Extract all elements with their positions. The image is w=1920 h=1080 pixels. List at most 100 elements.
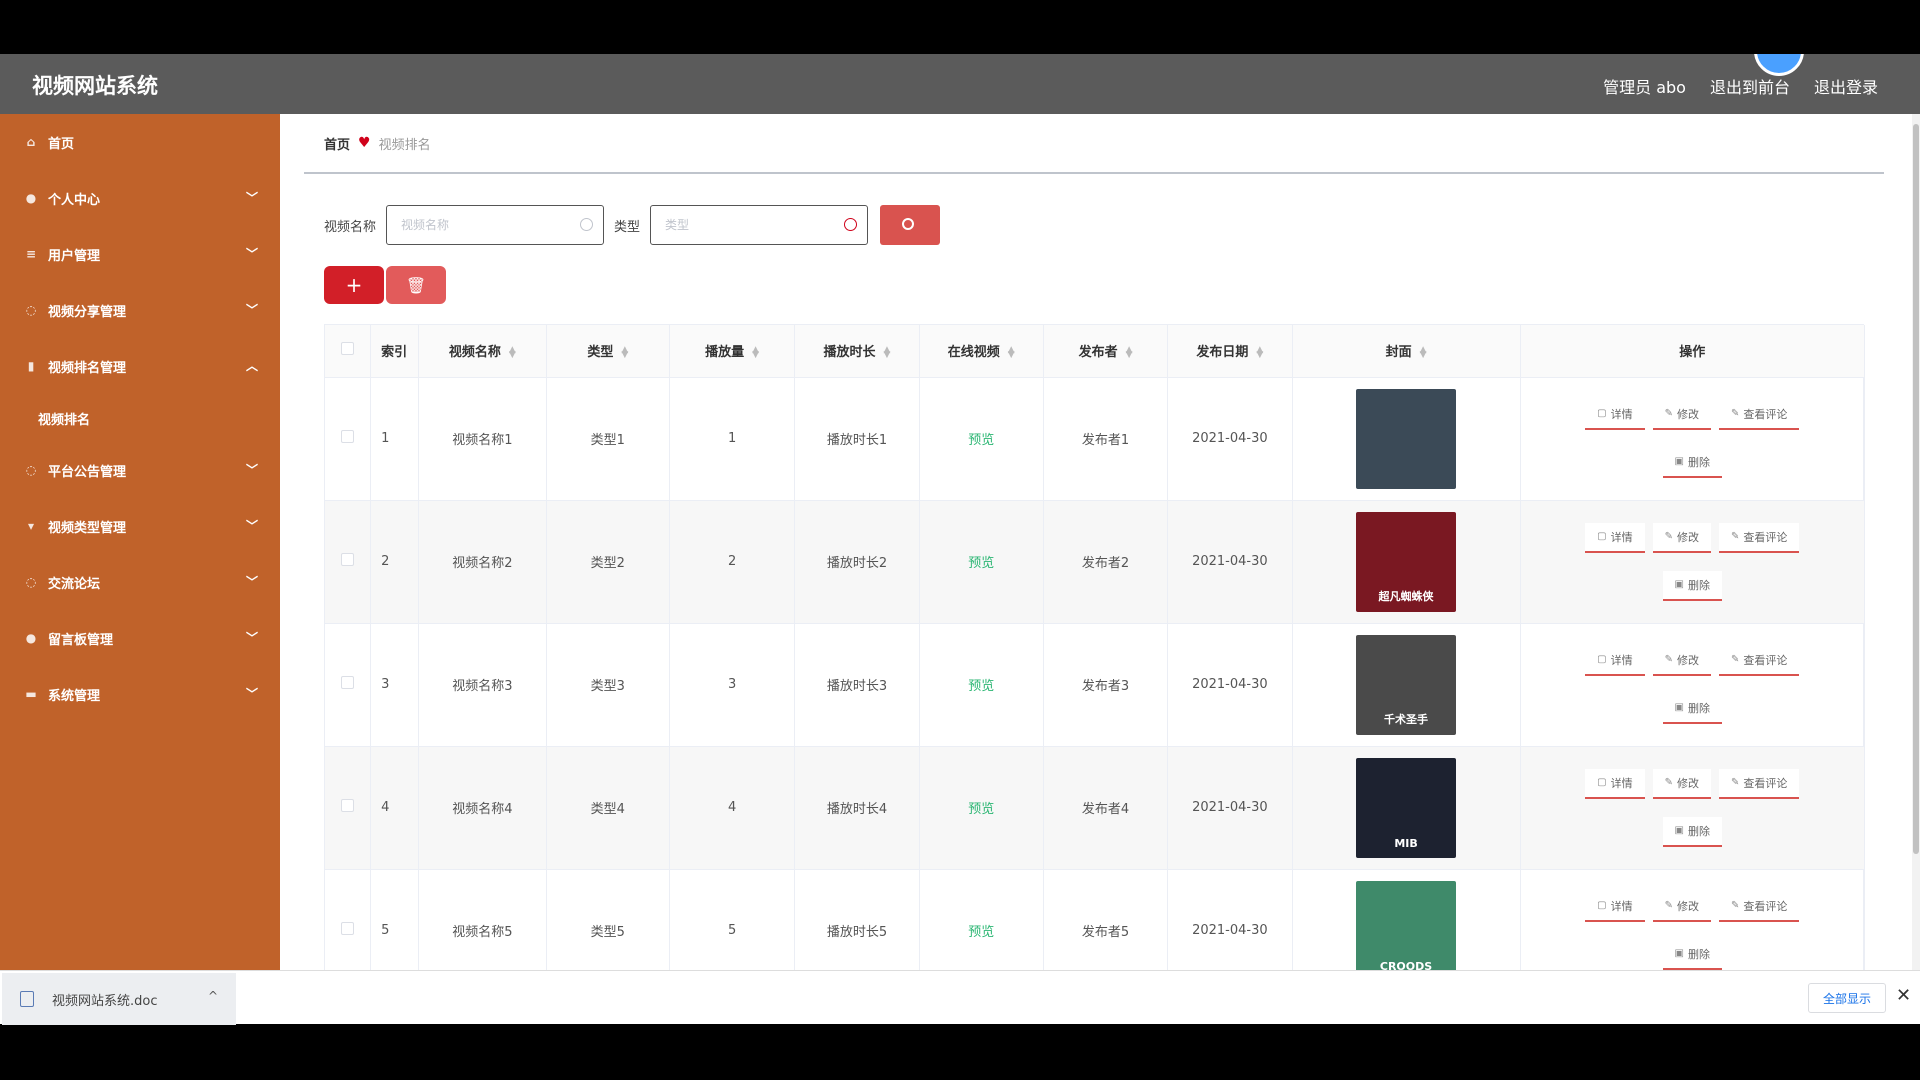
row-checkbox[interactable] bbox=[341, 430, 355, 443]
close-icon[interactable]: ✕ bbox=[1896, 985, 1911, 1006]
sidebar-item[interactable]: ▾ 视频类型管理 ﹀ bbox=[0, 498, 280, 554]
detail-button[interactable]: ▢ 详情 bbox=[1585, 768, 1645, 799]
col-header[interactable]: 封面 ▲ ▼ bbox=[1292, 325, 1521, 378]
delete-button[interactable]: ▣ 删除 bbox=[1662, 570, 1722, 601]
col-header[interactable]: 在线视频 ▲ ▼ bbox=[919, 325, 1044, 378]
vertical-scrollbar[interactable] bbox=[1912, 114, 1920, 1024]
preview-link[interactable]: 预览 bbox=[968, 802, 994, 817]
detail-button[interactable]: ▢ 详情 bbox=[1585, 645, 1645, 676]
row-select-cell[interactable] bbox=[325, 377, 372, 501]
cover-image[interactable] bbox=[1356, 388, 1457, 489]
row-checkbox[interactable] bbox=[341, 676, 355, 689]
row-checkbox[interactable] bbox=[341, 922, 355, 935]
trash-icon: ▣ bbox=[1674, 579, 1684, 590]
search-button[interactable] bbox=[880, 205, 941, 245]
notice-icon: ◌ bbox=[25, 463, 37, 477]
sort-icon[interactable]: ▲ ▼ bbox=[1008, 345, 1015, 359]
sidebar-item[interactable]: ⌂ 首页 bbox=[0, 114, 280, 170]
delete-button[interactable]: ▣ 删除 bbox=[1662, 693, 1722, 724]
sidebar-item-label: 视频类型管理 bbox=[48, 520, 127, 536]
sidebar-item[interactable]: ≡ 用户管理 ﹀ bbox=[0, 226, 280, 282]
sidebar-item[interactable]: ▮ 视频排名管理 ︿ bbox=[0, 338, 280, 394]
sidebar-item[interactable]: ● 留言板管理 ﹀ bbox=[0, 610, 280, 666]
front-link[interactable]: 退出到前台 bbox=[1710, 74, 1790, 98]
delete-button[interactable]: ▣ 删除 bbox=[1662, 939, 1722, 970]
show-all-button[interactable]: 全部显示 bbox=[1808, 983, 1886, 1013]
sort-icon[interactable]: ▲ ▼ bbox=[1126, 345, 1133, 359]
preview-link[interactable]: 预览 bbox=[968, 433, 994, 448]
row-checkbox[interactable] bbox=[341, 799, 355, 812]
type-input[interactable] bbox=[651, 206, 868, 244]
row-select-cell[interactable] bbox=[325, 623, 372, 747]
col-header[interactable]: 视频名称 ▲ ▼ bbox=[418, 325, 547, 378]
cover-image[interactable]: 千术圣手 bbox=[1356, 634, 1457, 735]
breadcrumb-home[interactable]: 首页 bbox=[324, 134, 350, 153]
type-field[interactable] bbox=[650, 205, 869, 245]
delete-button[interactable]: ▣ 删除 bbox=[1662, 816, 1722, 847]
edit-button[interactable]: ✎ 修改 bbox=[1652, 891, 1711, 922]
name-field[interactable] bbox=[386, 205, 605, 245]
sidebar-item[interactable]: ● 个人中心 ﹀ bbox=[0, 170, 280, 226]
view-comments-button[interactable]: ✎ 查看评论 bbox=[1719, 645, 1800, 676]
cover-image[interactable]: 超凡蜘蛛侠 bbox=[1356, 511, 1457, 612]
sidebar-item[interactable]: ◌ 交流论坛 ﹀ bbox=[0, 554, 280, 610]
col-header[interactable]: 类型 ▲ ▼ bbox=[546, 325, 670, 378]
scrollbar-thumb[interactable] bbox=[1913, 124, 1919, 854]
batch-delete-button[interactable]: 🗑 bbox=[386, 266, 446, 304]
edit-button[interactable]: ✎ 修改 bbox=[1652, 522, 1711, 553]
row-select-cell[interactable] bbox=[325, 746, 372, 870]
preview-link[interactable]: 预览 bbox=[968, 925, 994, 940]
sidebar-subitem[interactable]: 视频排名 bbox=[0, 394, 280, 442]
sidebar-item[interactable]: ◌ 视频分享管理 ﹀ bbox=[0, 282, 280, 338]
edit-button[interactable]: ✎ 修改 bbox=[1652, 768, 1711, 799]
view-comments-button[interactable]: ✎ 查看评论 bbox=[1719, 522, 1800, 553]
duration-cell: 播放时长2 bbox=[794, 500, 920, 624]
sort-icon[interactable]: ▲ ▼ bbox=[1256, 345, 1263, 359]
edit-button[interactable]: ✎ 修改 bbox=[1652, 645, 1711, 676]
download-item[interactable]: 视频网站系统.doc ^ bbox=[2, 973, 236, 1025]
detail-button[interactable]: ▢ 详情 bbox=[1585, 399, 1645, 430]
detail-button[interactable]: ▢ 详情 bbox=[1585, 522, 1645, 553]
col-header[interactable]: 播放时长 ▲ ▼ bbox=[794, 325, 920, 378]
preview-link[interactable]: 预览 bbox=[968, 556, 994, 571]
preview-link[interactable]: 预览 bbox=[968, 679, 994, 694]
chevron-up-icon[interactable]: ^ bbox=[208, 989, 218, 1003]
home-icon: ⌂ bbox=[26, 135, 36, 149]
col-header[interactable]: 发布日期 ▲ ▼ bbox=[1167, 325, 1293, 378]
col-header[interactable]: 播放量 ▲ ▼ bbox=[669, 325, 796, 378]
sort-icon[interactable]: ▲ ▼ bbox=[1420, 345, 1427, 359]
name-input[interactable] bbox=[387, 206, 604, 244]
edit-button[interactable]: ✎ 修改 bbox=[1652, 399, 1711, 430]
cover-image[interactable]: CROODS bbox=[1356, 880, 1457, 981]
online-video-cell: 预览 bbox=[919, 500, 1044, 624]
view-comments-button[interactable]: ✎ 查看评论 bbox=[1719, 891, 1800, 922]
sort-icon[interactable]: ▲ ▼ bbox=[509, 345, 516, 359]
view-comments-button[interactable]: ✎ 查看评论 bbox=[1719, 768, 1800, 799]
index-cell: 4 bbox=[370, 746, 419, 870]
sidebar-item[interactable]: ▬ 系统管理 ﹀ bbox=[0, 666, 280, 722]
video-name-cell: 视频名称4 bbox=[418, 746, 547, 870]
logout-link[interactable]: 退出登录 bbox=[1814, 74, 1878, 98]
edit-icon: ✎ bbox=[1731, 654, 1740, 665]
sidebar-item-label: 视频排名管理 bbox=[48, 360, 127, 376]
sort-icon[interactable]: ▲ ▼ bbox=[621, 345, 628, 359]
row-checkbox[interactable] bbox=[341, 553, 355, 566]
add-button[interactable]: + bbox=[324, 266, 384, 304]
sidebar-item[interactable]: ◌ 平台公告管理 ﹀ bbox=[0, 442, 280, 498]
admin-label: 管理员 abo bbox=[1603, 78, 1686, 97]
sort-icon[interactable]: ▲ ▼ bbox=[752, 345, 759, 359]
cover-image[interactable]: MIB bbox=[1356, 757, 1457, 858]
row-select-cell[interactable] bbox=[325, 500, 372, 624]
download-bar: 视频网站系统.doc ^ 全部显示 ✕ bbox=[0, 970, 1920, 1025]
delete-button[interactable]: ▣ 删除 bbox=[1662, 447, 1722, 478]
sort-icon[interactable]: ▲ ▼ bbox=[884, 345, 891, 359]
col-header: 操作 bbox=[1520, 325, 1866, 378]
detail-button[interactable]: ▢ 详情 bbox=[1585, 891, 1645, 922]
avatar[interactable] bbox=[1754, 54, 1804, 76]
type-cell: 类型1 bbox=[546, 377, 670, 501]
select-all-cell[interactable] bbox=[325, 325, 372, 378]
table-header-row: 索引 视频名称 ▲ ▼ 类型 ▲ ▼ 播放量 ▲ ▼ 播放时长 ▲ ▼ 在线视频 ▲ ▼ 发布者 ▲ ▼… bbox=[325, 325, 1866, 378]
select-all-checkbox[interactable] bbox=[341, 342, 355, 356]
view-comments-button[interactable]: ✎ 查看评论 bbox=[1719, 399, 1800, 430]
col-header[interactable]: 发布者 ▲ ▼ bbox=[1043, 325, 1169, 378]
